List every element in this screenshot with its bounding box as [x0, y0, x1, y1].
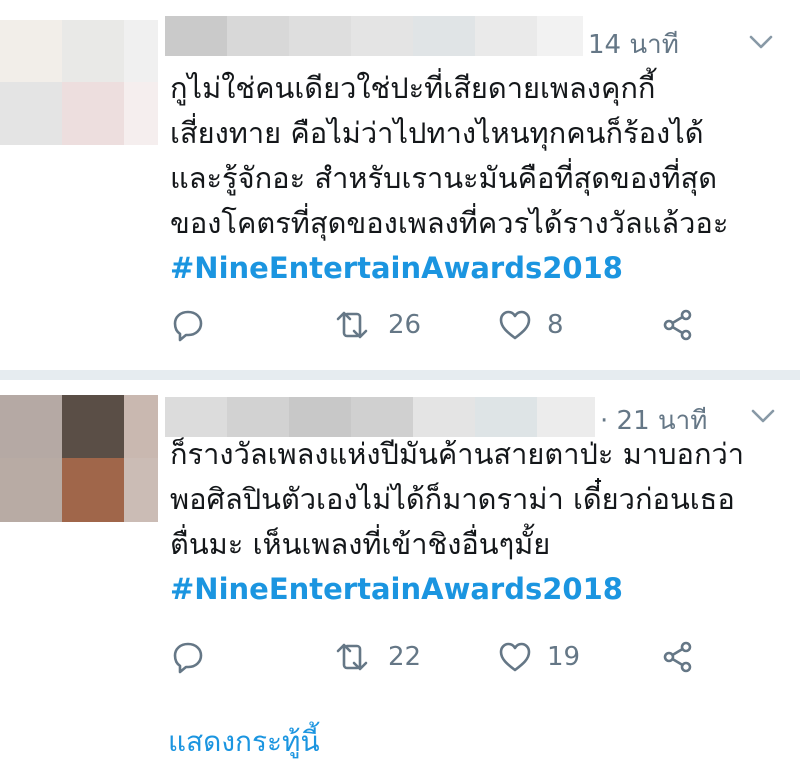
hashtag-link[interactable]: #NineEntertainAwards2018: [170, 246, 790, 291]
avatar-pixel: [62, 395, 124, 458]
like-count: 8: [547, 310, 564, 340]
tweet-divider: [0, 370, 800, 380]
avatar-pixel: [124, 20, 158, 82]
tweet-text-line: และรู้จักอะ สำหรับเรานะมันคือที่สุดของที…: [170, 161, 718, 195]
like-button[interactable]: 8: [497, 305, 564, 345]
redaction-block: [537, 397, 595, 437]
avatar-pixel: [62, 20, 124, 82]
chevron-down-icon[interactable]: [750, 406, 776, 426]
like-count: 19: [547, 642, 581, 672]
tweet-text-line: ตื่นมะ เห็นเพลงที่เข้าชิงอื่นๆมั้ย: [170, 527, 551, 561]
reply-button[interactable]: [170, 305, 206, 345]
avatar-pixel: [124, 82, 158, 145]
redaction-block: [165, 16, 227, 56]
retweet-count: 26: [388, 310, 422, 340]
retweet-button[interactable]: 26: [330, 305, 421, 345]
tweet-text-line: ของโคตรที่สุดของเพลงที่ควรได้รางวัลแล้วอ…: [170, 206, 729, 240]
share-button[interactable]: [660, 305, 696, 345]
avatar-pixel: [0, 395, 62, 458]
redaction-block: [475, 16, 537, 56]
avatar-pixel: [0, 20, 62, 82]
avatar[interactable]: [0, 395, 158, 522]
redaction-block: [475, 397, 537, 437]
tweet-text-line: ก็รางวัลเพลงแห่งปีมันค้านสายตาป่ะ มาบอกว…: [170, 437, 745, 471]
avatar-pixel: [124, 395, 158, 458]
redaction-block: [289, 397, 351, 437]
avatar-pixel: [62, 82, 124, 145]
tweet-timestamp[interactable]: 14 นาที: [588, 24, 679, 65]
retweet-icon: [330, 639, 374, 675]
share-icon: [660, 307, 696, 343]
reply-button[interactable]: [170, 637, 206, 677]
chevron-down-icon[interactable]: [748, 32, 774, 52]
like-button[interactable]: 19: [497, 637, 580, 677]
reply-icon: [170, 639, 206, 675]
show-thread-link[interactable]: แสดงกระทู้นี้: [168, 720, 320, 764]
hashtag-link[interactable]: #NineEntertainAwards2018: [170, 567, 790, 612]
avatar[interactable]: [0, 20, 158, 145]
avatar-pixel: [0, 82, 62, 145]
author-name-redacted[interactable]: [165, 397, 595, 437]
tweet-text-line: กูไม่ใช่คนเดียวใช่ปะที่เสียดายเพลงคุกกี้: [170, 71, 656, 105]
share-icon: [660, 639, 696, 675]
avatar-pixel: [62, 458, 124, 522]
redaction-block: [227, 16, 289, 56]
tweet-text-line: พอศิลปินตัวเองไม่ได้ก็มาดราม่า เดี๋ยวก่อ…: [170, 482, 735, 516]
avatar-pixel: [0, 458, 62, 522]
redaction-block: [351, 397, 413, 437]
tweet[interactable]: · 21 นาที ก็รางวัลเพลงแห่งปีมันค้านสายตา…: [0, 380, 800, 700]
retweet-count: 22: [388, 642, 422, 672]
like-icon: [497, 307, 533, 343]
retweet-icon: [330, 307, 374, 343]
reply-icon: [170, 307, 206, 343]
author-name-redacted[interactable]: [165, 16, 583, 56]
tweet-actions: 26 8: [170, 305, 730, 345]
tweet-text: ก็รางวัลเพลงแห่งปีมันค้านสายตาป่ะ มาบอกว…: [170, 432, 790, 612]
tweet-text: กูไม่ใช่คนเดียวใช่ปะที่เสียดายเพลงคุกกี้…: [170, 66, 790, 291]
redaction-block: [351, 16, 413, 56]
redaction-block: [537, 16, 583, 56]
tweet-text-line: เสี่ยงทาย คือไม่ว่าไปทางไหนทุกคนก็ร้องได…: [170, 116, 704, 150]
share-button[interactable]: [660, 637, 696, 677]
redaction-block: [227, 397, 289, 437]
redaction-block: [165, 397, 227, 437]
tweet-actions: 22 19: [170, 637, 730, 677]
redaction-block: [413, 16, 475, 56]
redaction-block: [289, 16, 351, 56]
tweet[interactable]: 14 นาที กูไม่ใช่คนเดียวใช่ปะที่เสียดายเพ…: [0, 0, 800, 370]
redaction-block: [413, 397, 475, 437]
avatar-pixel: [124, 458, 158, 522]
retweet-button[interactable]: 22: [330, 637, 421, 677]
like-icon: [497, 639, 533, 675]
